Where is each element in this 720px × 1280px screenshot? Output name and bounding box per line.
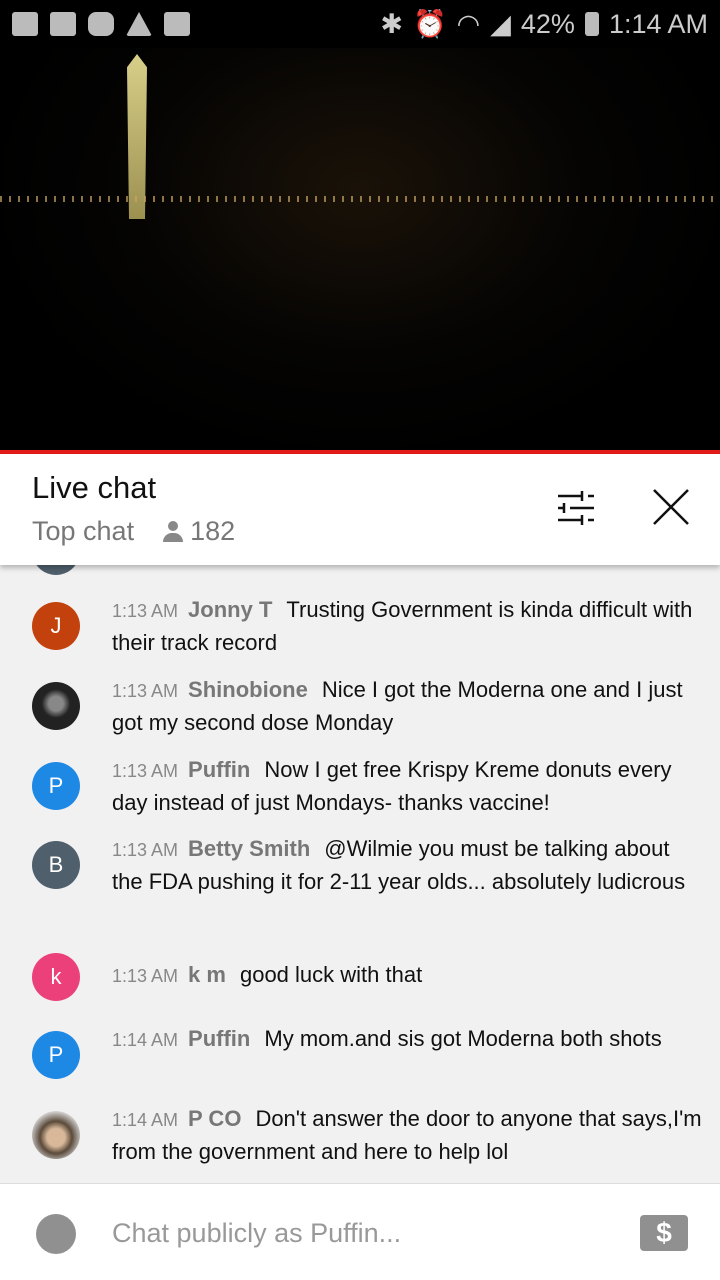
viewer-count: 182 xyxy=(190,516,236,546)
message-time: 1:13 AM xyxy=(112,601,179,621)
folder-icon xyxy=(50,12,76,36)
message-author[interactable]: P CO xyxy=(188,1106,241,1131)
crown-icon xyxy=(12,12,38,36)
message-time: 1:13 AM xyxy=(112,966,179,986)
chat-title: Live chat xyxy=(32,470,157,505)
monument-image xyxy=(127,54,147,219)
chat-input[interactable]: Chat publicly as Puffin... xyxy=(112,1218,401,1249)
m-app-icon xyxy=(88,12,114,36)
message-author[interactable]: Betty Smith xyxy=(188,836,310,861)
avatar xyxy=(32,565,80,575)
message-author[interactable]: Puffin xyxy=(188,757,250,782)
chat-message-list[interactable]: J 1:13 AM Jonny T Trusting Government is k… xyxy=(0,565,720,1183)
image-icon xyxy=(164,12,190,36)
avatar[interactable] xyxy=(32,1111,80,1159)
warning-icon xyxy=(126,12,152,36)
message-time: 1:14 AM xyxy=(112,1030,179,1050)
avatar[interactable]: B xyxy=(32,841,80,889)
message-author[interactable]: Jonny T xyxy=(188,597,272,622)
signal-icon: ◢ xyxy=(490,8,511,39)
battery-icon xyxy=(584,12,599,36)
message-time: 1:14 AM xyxy=(112,1110,179,1130)
clock: 1:14 AM xyxy=(608,8,708,39)
message-time: 1:13 AM xyxy=(112,840,179,860)
message-time: 1:13 AM xyxy=(112,761,179,781)
battery-percent: 42% xyxy=(520,8,575,39)
avatar[interactable] xyxy=(32,682,80,730)
wifi-icon: ◠ xyxy=(456,8,481,39)
emoji-icon[interactable] xyxy=(36,1214,76,1254)
avatar[interactable]: k xyxy=(32,953,80,1001)
avatar[interactable]: J xyxy=(32,602,80,650)
filter-settings-icon[interactable] xyxy=(556,490,596,526)
message-author[interactable]: Puffin xyxy=(188,1026,250,1051)
chat-header: Live chat Top chat 182 xyxy=(0,454,720,565)
message-author[interactable]: Shinobione xyxy=(188,677,308,702)
chat-mode-selector[interactable]: Top chat 182 xyxy=(32,516,235,547)
close-icon[interactable] xyxy=(652,488,690,526)
chat-mode[interactable]: Top chat xyxy=(32,516,134,547)
bluetooth-icon: ✱ xyxy=(380,8,403,39)
message-text: My mom.and sis got Moderna both shots xyxy=(264,1026,662,1051)
status-bar: ✱ ⏰ ◠ ◢ 42% 1:14 AM xyxy=(0,0,720,48)
message-author[interactable]: k m xyxy=(188,962,226,987)
video-player[interactable] xyxy=(0,48,720,450)
super-chat-button[interactable]: $ xyxy=(640,1215,688,1251)
avatar[interactable]: P xyxy=(32,762,80,810)
alarm-icon: ⏰ xyxy=(412,9,447,39)
city-lights xyxy=(0,196,720,202)
person-icon xyxy=(162,520,184,543)
avatar[interactable]: P xyxy=(32,1031,80,1079)
chat-input-bar: Chat publicly as Puffin... $ xyxy=(0,1183,720,1280)
message-text: good luck with that xyxy=(239,962,423,987)
message-time: 1:13 AM xyxy=(112,681,179,701)
